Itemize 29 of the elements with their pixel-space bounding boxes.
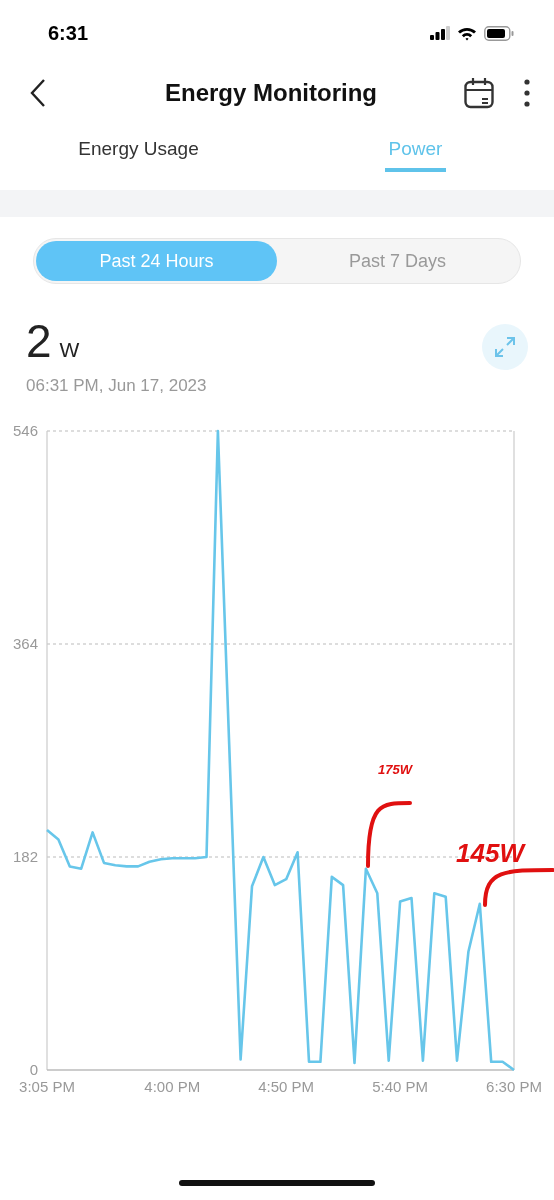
x-tick-label: 5:40 PM xyxy=(372,1078,429,1095)
battery-icon xyxy=(484,25,514,41)
x-tick-label: 6:30 PM xyxy=(486,1078,542,1095)
hand-drawn-stroke xyxy=(366,801,412,868)
screen-title: Energy Monitoring xyxy=(164,79,378,107)
power-value: 2 xyxy=(26,314,52,368)
tab[interactable]: Power xyxy=(277,120,554,190)
annotation-label: 175W xyxy=(378,762,412,777)
y-tick-label: 364 xyxy=(12,635,38,652)
x-tick-label: 4:50 PM xyxy=(258,1078,315,1095)
signal-icon xyxy=(430,26,450,40)
y-tick-label: 182 xyxy=(12,848,38,865)
power-unit: W xyxy=(59,338,80,362)
more-icon[interactable] xyxy=(524,79,530,107)
reading-timestamp: 06:31 PM, Jun 17, 2023 xyxy=(26,376,207,396)
expand-icon xyxy=(494,336,516,358)
hand-drawn-stroke xyxy=(483,868,554,907)
tab[interactable]: Energy Usage xyxy=(0,120,277,190)
status-time: 6:31 xyxy=(48,21,89,45)
range-option[interactable]: Past 7 Days xyxy=(277,241,518,281)
y-tick-label: 546 xyxy=(12,422,38,439)
back-icon[interactable] xyxy=(28,78,48,108)
wifi-icon xyxy=(457,25,477,41)
x-tick-label: 3:05 PM xyxy=(19,1078,75,1095)
annotation-label: 145W xyxy=(456,838,524,868)
calendar-icon[interactable] xyxy=(464,77,494,109)
y-tick-label: 0 xyxy=(29,1061,38,1078)
range-option[interactable]: Past 24 Hours xyxy=(36,241,277,281)
x-tick-label: 4:00 PM xyxy=(144,1078,201,1095)
